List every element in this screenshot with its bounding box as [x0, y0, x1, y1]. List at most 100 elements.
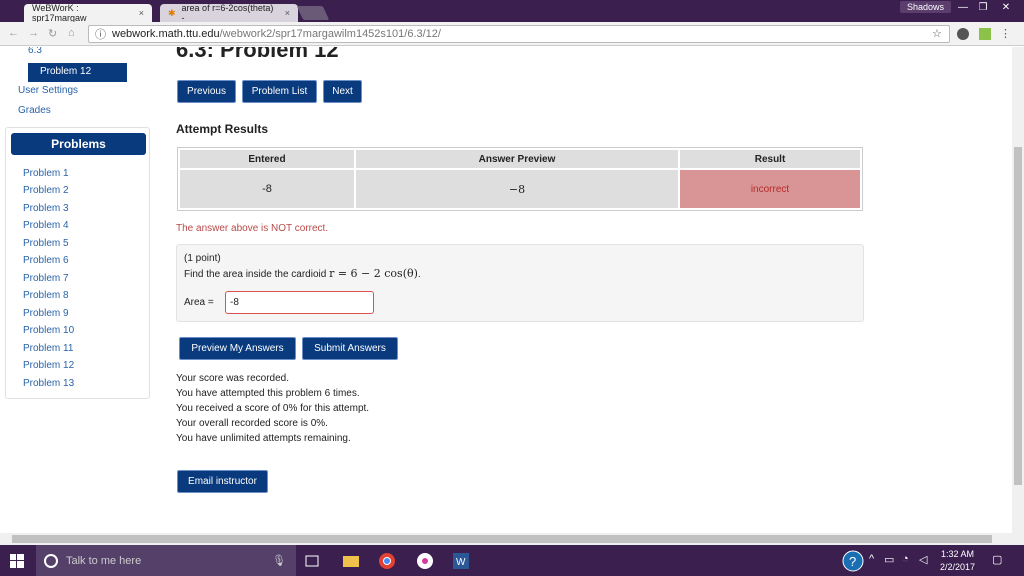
area-answer-input[interactable] [225, 291, 374, 314]
score-messages: Your score was recorded. You have attemp… [176, 371, 369, 446]
home-icon[interactable]: ⌂ [68, 27, 75, 39]
windows-taskbar: Talk to me here 🎙 W ? ^ ▭ ◔ ◁ 1:32 AM 2/… [0, 545, 1024, 576]
page-content: 6.3 Problem 12 User Settings Grades Prob… [0, 47, 1012, 533]
problems-panel: Problems Problem 1 Problem 2 Problem 3 P… [5, 127, 150, 399]
browser-tab-bar: WeBWorK : spr17margaw × ✱ area of r=6-2c… [0, 0, 1024, 23]
browser-toolbar: ← → ↻ ⌂ ⓘ webwork.math.ttu.edu/webwork2/… [0, 22, 1024, 46]
new-tab-button[interactable] [296, 6, 330, 20]
answer-label: Area = [184, 297, 214, 308]
problem-points: (1 point) [184, 253, 221, 264]
cortana-icon [44, 553, 58, 568]
problem-link-11[interactable]: Problem 11 [23, 343, 73, 354]
browser-tab-search[interactable]: ✱ area of r=6-2cos(theta) - × [160, 3, 298, 23]
question-period: . [417, 269, 421, 280]
not-correct-message: The answer above is NOT correct. [176, 223, 329, 234]
sidebar-user-settings[interactable]: User Settings [18, 85, 78, 96]
maximize-icon[interactable]: ❐ [975, 2, 991, 13]
cortana-search-box[interactable]: Talk to me here 🎙 [36, 545, 296, 576]
menu-icon[interactable]: ⋮ [1000, 27, 1011, 40]
extension-green-icon[interactable] [978, 27, 992, 41]
vertical-scrollbar[interactable] [1012, 47, 1024, 533]
answer-preview-value: −8 [356, 170, 678, 208]
entered-value: -8 [180, 170, 354, 208]
message-line: You have unlimited attempts remaining. [176, 433, 351, 444]
word-icon[interactable]: W [452, 552, 470, 570]
file-explorer-icon[interactable] [342, 552, 360, 570]
forward-icon[interactable]: → [28, 27, 39, 39]
problem-panel: (1 point) Find the area inside the cardi… [176, 244, 864, 322]
task-view-icon[interactable] [303, 552, 321, 570]
sidebar-active-problem[interactable]: Problem 12 [28, 63, 127, 82]
svg-text:?: ? [849, 554, 856, 569]
help-icon[interactable]: ? [842, 550, 864, 572]
problem-link-10[interactable]: Problem 10 [23, 325, 74, 336]
scroll-thumb[interactable] [12, 535, 992, 543]
problem-question: Find the area inside the cardioid r = 6 … [184, 267, 421, 280]
problem-link-8[interactable]: Problem 8 [23, 290, 69, 301]
sidebar-grades[interactable]: Grades [18, 105, 51, 116]
problem-link-2[interactable]: Problem 2 [23, 185, 69, 196]
tab-title: area of r=6-2cos(theta) - [181, 3, 274, 23]
email-instructor-button[interactable]: Email instructor [177, 470, 268, 493]
submit-answers-button[interactable]: Submit Answers [302, 337, 398, 360]
itunes-icon[interactable] [416, 552, 434, 570]
close-window-icon[interactable]: ✕ [998, 2, 1014, 13]
problem-link-5[interactable]: Problem 5 [23, 238, 69, 249]
bookmark-star-icon[interactable]: ☆ [932, 27, 942, 40]
problem-link-4[interactable]: Problem 4 [23, 220, 69, 231]
clock-time: 1:32 AM [941, 549, 975, 559]
problem-link-6[interactable]: Problem 6 [23, 255, 69, 266]
problem-link-1[interactable]: Problem 1 [23, 168, 69, 179]
results-header-row: Entered Answer Preview Result [180, 150, 860, 168]
section-link[interactable]: 6.3 [28, 47, 42, 56]
message-line: Your overall recorded score is 0%. [176, 418, 328, 429]
wifi-icon[interactable]: ◔ [902, 553, 909, 565]
problem-link-9[interactable]: Problem 9 [23, 308, 69, 319]
info-icon[interactable]: ⓘ [95, 26, 106, 42]
results-table: Entered Answer Preview Result -8 −8 inco… [177, 147, 863, 211]
back-icon[interactable]: ← [8, 27, 19, 39]
attempt-results-heading: Attempt Results [176, 122, 269, 136]
problem-link-3[interactable]: Problem 3 [23, 203, 69, 214]
message-line: You have attempted this problem 6 times. [176, 388, 360, 399]
search-placeholder: Talk to me here [66, 554, 142, 567]
previous-button[interactable]: Previous [177, 80, 236, 103]
next-button[interactable]: Next [323, 80, 362, 103]
problem-link-13[interactable]: Problem 13 [23, 378, 74, 389]
horizontal-scrollbar[interactable] [0, 533, 1024, 545]
volume-icon[interactable]: ◁ [919, 553, 927, 566]
address-bar[interactable]: ⓘ webwork.math.ttu.edu/webwork2/spr17mar… [88, 25, 950, 43]
problem-link-12[interactable]: Problem 12 [23, 360, 74, 371]
windows-icon[interactable] [10, 554, 24, 568]
scroll-thumb[interactable] [1014, 147, 1022, 485]
extension-icon[interactable] [956, 27, 970, 41]
problem-link-7[interactable]: Problem 7 [23, 273, 69, 284]
system-clock[interactable]: 1:32 AM 2/2/2017 [940, 548, 975, 574]
chrome-icon[interactable] [378, 552, 396, 570]
question-math: r = 6 − 2 cos(θ) [329, 267, 418, 280]
problem-list-button[interactable]: Problem List [242, 80, 317, 103]
tab-close-icon[interactable]: × [139, 8, 144, 18]
question-text: Find the area inside the cardioid [184, 269, 327, 280]
preview-answers-button[interactable]: Preview My Answers [179, 337, 296, 360]
message-line: Your score was recorded. [176, 373, 290, 384]
page-title: 6.3: Problem 12 [176, 47, 339, 62]
tab-title: WeBWorK : spr17margaw [32, 3, 87, 23]
message-line: You received a score of 0% for this atte… [176, 403, 370, 414]
reload-icon[interactable]: ↻ [48, 27, 57, 40]
browser-tab-webwork[interactable]: WeBWorK : spr17margaw × [24, 3, 152, 23]
mic-icon[interactable]: 🎙 [272, 554, 286, 567]
col-entered: Entered [180, 150, 354, 168]
notification-icon[interactable]: ▢ [992, 553, 1002, 566]
table-row: -8 −8 incorrect [180, 170, 860, 208]
tab-close-icon[interactable]: × [285, 8, 290, 18]
svg-text:W: W [456, 557, 466, 568]
minimize-icon[interactable]: — [955, 2, 971, 13]
network-icon[interactable]: ▭ [884, 553, 894, 566]
col-answer-preview: Answer Preview [356, 150, 678, 168]
result-badge: incorrect [680, 170, 860, 208]
profile-button[interactable]: Shadows [900, 1, 952, 13]
chevron-up-icon[interactable]: ^ [869, 553, 874, 565]
clock-date: 2/2/2017 [940, 562, 976, 572]
url-path: /webwork2/spr17margawilm1452s101/6.3/12/ [219, 28, 441, 40]
